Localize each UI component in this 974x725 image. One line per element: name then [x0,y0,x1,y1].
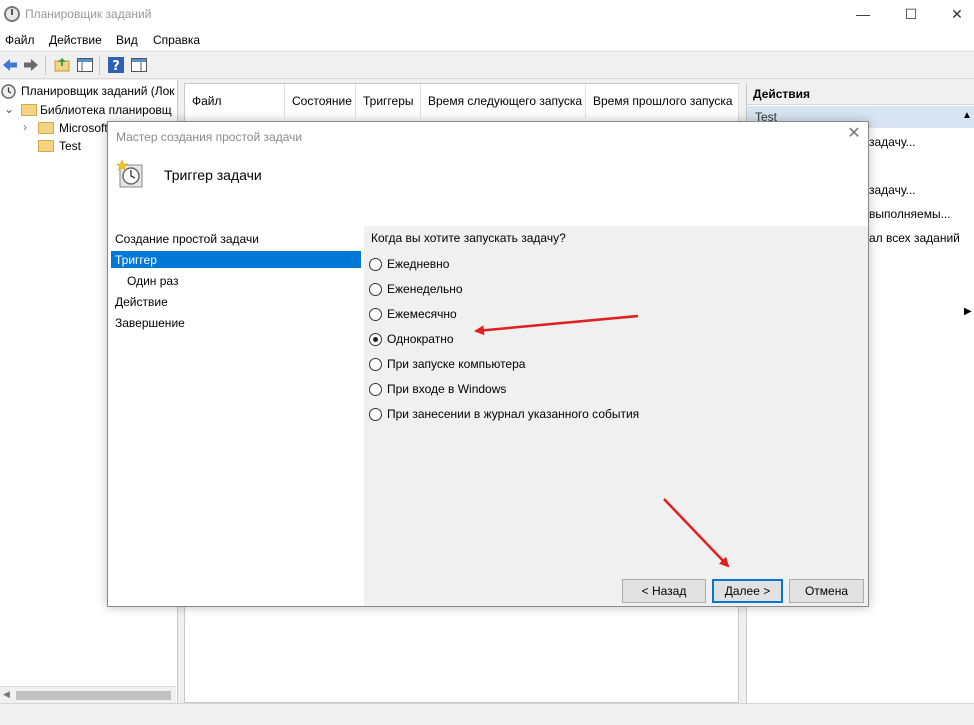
option-label[interactable]: При входе в Windows [387,382,506,396]
column-header-last-run[interactable]: Время прошлого запуска [586,84,739,118]
step-finish: Завершение [115,316,185,330]
toolbar-separator [45,56,46,75]
radio-button[interactable] [369,258,382,271]
radio-button[interactable] [369,358,382,371]
title-bar: Планировщик заданий — ☐ ✕ [0,0,974,30]
radio-button[interactable] [369,283,382,296]
forward-arrow-icon[interactable] [22,56,40,74]
menu-file[interactable]: Файл [5,33,35,47]
menu-action[interactable]: Действие [49,33,102,47]
action-item-import-task[interactable]: задачу... [869,183,916,197]
radio-button[interactable] [369,383,382,396]
option-label[interactable]: Еженедельно [387,282,463,296]
action-item-history[interactable]: ал всех заданий [869,231,960,245]
radio-button[interactable] [369,308,382,321]
menu-bar: Файл Действие Вид Справка [0,30,974,50]
dialog-title: Мастер создания простой задачи [116,130,303,144]
column-header-triggers[interactable]: Триггеры [356,84,421,118]
minimize-button[interactable]: — [840,0,886,30]
actions-header: Действия [747,83,974,105]
close-window-button[interactable]: ✕ [934,0,974,30]
folder-icon [38,140,54,152]
task-scheduler-clock-icon [4,6,20,22]
status-bar [0,703,974,725]
step-trigger: Триггер [111,251,361,268]
menu-help[interactable]: Справка [153,33,200,47]
create-basic-task-wizard: Мастер создания простой задачи ✕ Триггер… [107,121,869,607]
column-header-next-run[interactable]: Время следующего запуска [421,84,586,118]
svg-text:?: ? [112,59,120,74]
option-label[interactable]: При занесении в журнал указанного событи… [387,407,639,421]
collapse-chevron-icon[interactable]: › [23,120,27,134]
trigger-clock-icon [116,159,143,188]
wizard-steps: Создание простой задачи Триггер Один раз… [108,226,364,606]
action-item-create-task[interactable]: задачу... [869,135,916,149]
folder-icon [21,104,37,116]
radio-button[interactable] [369,408,382,421]
show-hide-tree-icon[interactable] [76,56,94,74]
toolbar-separator [99,56,100,75]
up-folder-icon[interactable] [53,56,71,74]
step-one-time: Один раз [127,274,179,288]
dialog-header: Мастер создания простой задачи ✕ Триггер… [108,122,868,226]
back-arrow-icon[interactable] [1,56,19,74]
folder-icon [38,122,54,134]
cancel-button[interactable]: Отмена [789,579,864,603]
window-title: Планировщик заданий [25,7,152,21]
back-button[interactable]: < Назад [622,579,706,603]
show-action-pane-icon[interactable] [130,56,148,74]
dialog-heading: Триггер задачи [164,167,262,183]
toolbar: ? [0,51,974,79]
clock-icon [1,84,16,99]
option-label[interactable]: Однократно [387,332,454,346]
scroll-left-icon[interactable]: ◀ [3,689,10,700]
column-header-state[interactable]: Состояние [285,84,356,118]
step-action: Действие [115,295,168,309]
submenu-arrow-icon[interactable]: ▶ [964,306,972,317]
tree-item-library[interactable]: Библиотека планировщ [40,103,172,117]
step-create-task: Создание простой задачи [115,232,259,246]
tree-item-root[interactable]: Планировщик заданий (Лок [21,84,175,98]
tree-item-test[interactable]: Test [59,139,81,153]
expand-chevron-icon[interactable]: ⌄ [4,102,14,116]
option-label[interactable]: Ежедневно [387,257,449,271]
trigger-question: Когда вы хотите запускать задачу? [371,231,566,245]
option-label[interactable]: При запуске компьютера [387,357,525,371]
scrollbar-thumb[interactable] [16,691,171,700]
tree-item-microsoft[interactable]: Microsoft [59,121,108,135]
help-icon[interactable]: ? [107,56,125,74]
collapse-up-icon[interactable]: ▲ [962,110,972,121]
trigger-options: Когда вы хотите запускать задачу? Ежедне… [364,226,868,606]
maximize-button[interactable]: ☐ [888,0,934,30]
dialog-close-button[interactable]: ✕ [846,126,862,143]
column-header-file[interactable]: Файл [185,84,285,118]
menu-view[interactable]: Вид [116,33,138,47]
next-button[interactable]: Далее > [712,579,783,603]
action-item-running-tasks[interactable]: выполняемы... [869,207,951,221]
radio-button-selected[interactable] [369,333,382,346]
horizontal-scrollbar[interactable]: ◀ [0,686,176,703]
option-label[interactable]: Ежемесячно [387,307,457,321]
